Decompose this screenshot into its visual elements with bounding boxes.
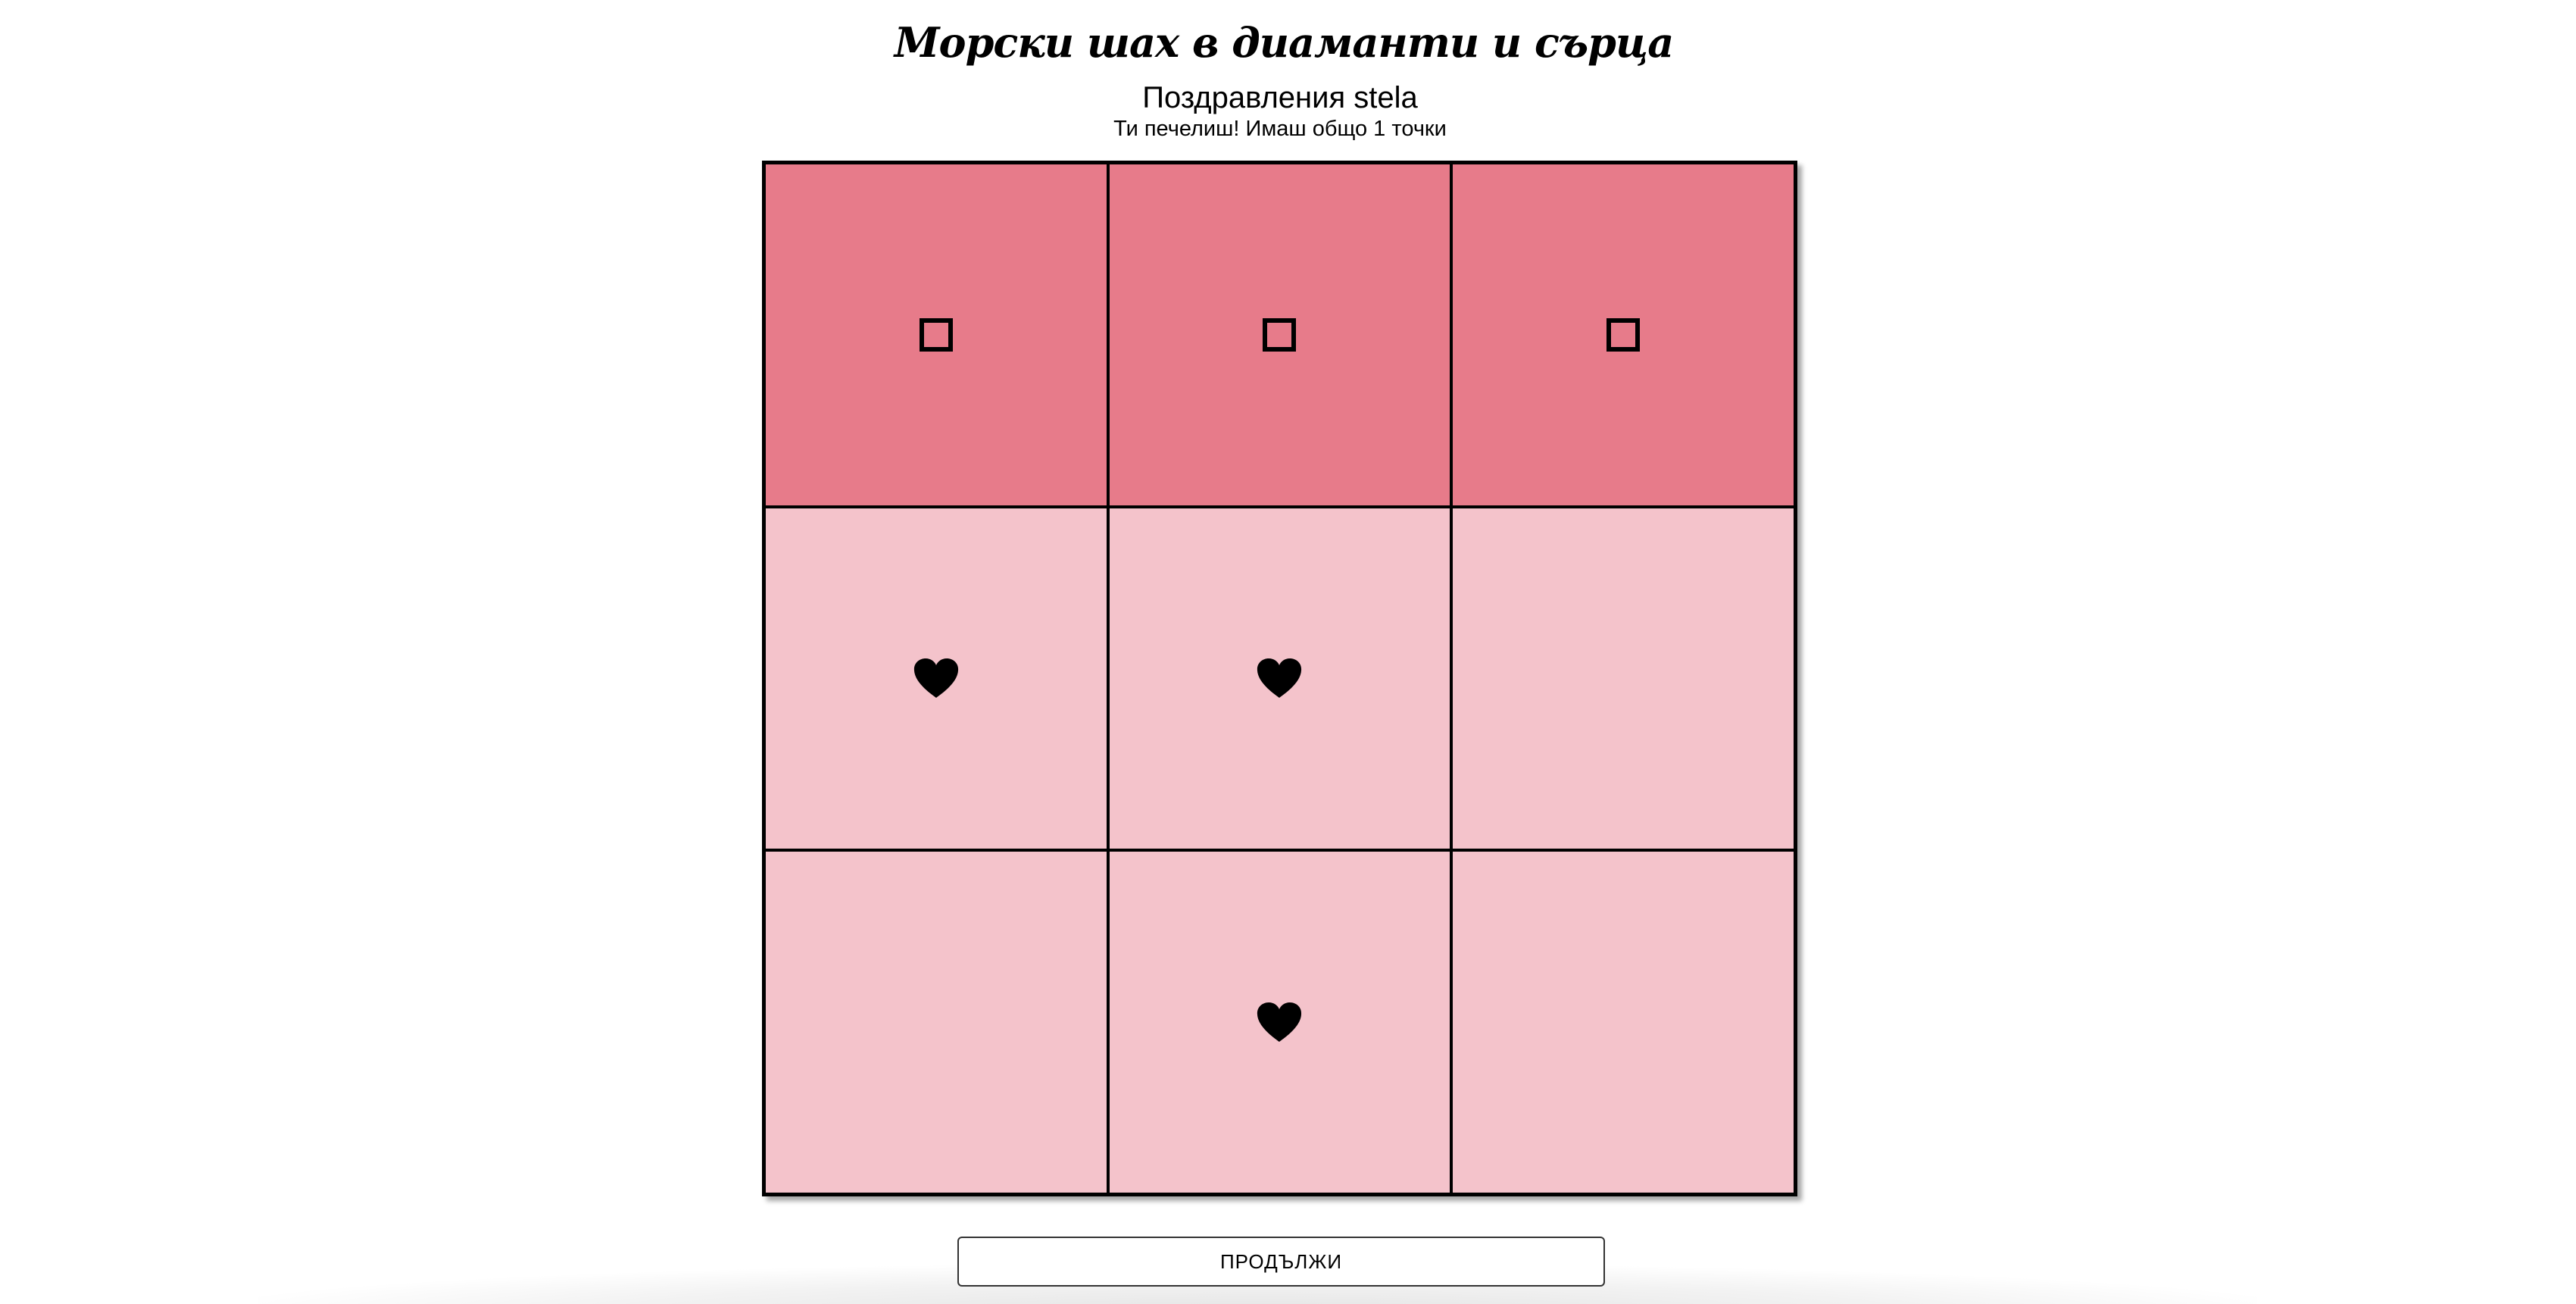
- empty-slot: [912, 998, 960, 1046]
- heart-icon: [1255, 654, 1304, 702]
- game-board: [762, 161, 1797, 1196]
- heart-icon: [912, 654, 960, 702]
- board-cell-5[interactable]: [1107, 506, 1452, 851]
- diamond-icon: [1255, 311, 1304, 359]
- page-title: Морски шах в диаманти и сърца: [894, 18, 1674, 67]
- board-cell-2[interactable]: [1107, 163, 1452, 507]
- continue-button[interactable]: ПРОДЪЛЖИ: [957, 1237, 1605, 1287]
- board-cell-8[interactable]: [1107, 850, 1452, 1194]
- board-cell-4[interactable]: [764, 506, 1108, 851]
- empty-slot: [1599, 998, 1647, 1046]
- board-cell-7[interactable]: [764, 850, 1108, 1194]
- board-cell-1[interactable]: [764, 163, 1108, 507]
- game-page: Морски шах в диаманти и сърца Поздравлен…: [0, 0, 2576, 1304]
- board-cell-6[interactable]: [1451, 506, 1795, 851]
- congratulations-message: Поздравления stela: [1142, 81, 1418, 114]
- board-cell-3[interactable]: [1451, 163, 1795, 507]
- heart-icon: [1255, 998, 1304, 1046]
- diamond-icon: [1599, 311, 1647, 359]
- board-cell-9[interactable]: [1451, 850, 1795, 1194]
- empty-slot: [1599, 654, 1647, 702]
- score-message: Ти печелиш! Имаш общо 1 точки: [1113, 117, 1447, 141]
- diamond-icon: [912, 311, 960, 359]
